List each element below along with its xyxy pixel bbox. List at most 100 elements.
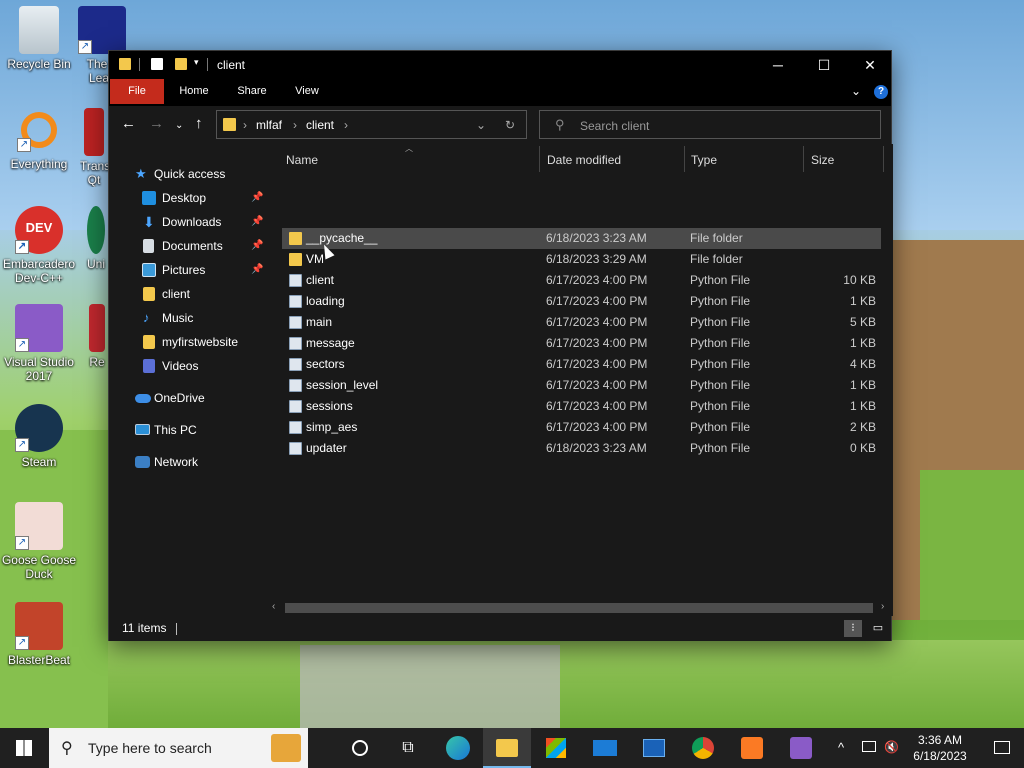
desktop-icon-devcpp[interactable]: DEV ↗ Embarcadero Dev-C++ [1,206,77,285]
column-divider[interactable] [684,146,685,172]
desktop-icon-recycle-bin[interactable]: Recycle Bin [1,6,77,71]
file-row[interactable]: client 6/17/2023 4:00 PM Python File 10 … [282,270,881,291]
column-divider[interactable] [539,146,540,172]
desktop-icon-trans-qt[interactable]: Trans Qt [80,108,108,187]
sidebar-item-desktop[interactable]: Desktop 📌 [109,187,266,209]
maximize-button[interactable]: ☐ [801,51,847,79]
file-row[interactable]: sectors 6/17/2023 4:00 PM Python File 4 … [282,354,881,375]
taskbar-search-input[interactable]: Type here to search [88,740,212,756]
sidebar-item-quick-access[interactable]: ★ Quick access [109,163,266,185]
sidebar-item-pictures[interactable]: Pictures 📌 [109,259,266,281]
recent-locations-icon[interactable]: ⌄ [175,118,183,134]
new-folder-icon[interactable] [175,58,187,70]
desktop-icon-everything[interactable]: ↗ Everything [1,108,77,171]
file-row[interactable]: main 6/17/2023 4:00 PM Python File 5 KB [282,312,881,333]
system-clock[interactable]: 3:36 AM 6/18/2023 [910,732,970,764]
chrome-taskbar-button[interactable] [679,728,727,768]
file-row[interactable]: __pycache__ 6/18/2023 3:23 AM File folde… [282,228,881,249]
edge-taskbar-button[interactable] [434,728,482,768]
start-button[interactable] [0,728,48,768]
desktop-icon-re[interactable]: Re [86,304,108,369]
visual-studio-taskbar-button[interactable] [777,728,825,768]
sidebar-item-network[interactable]: Network [109,451,266,473]
expand-ribbon-icon[interactable]: ⌄ [851,84,861,98]
photos-taskbar-button[interactable] [630,728,678,768]
search-input[interactable]: Search client [580,119,649,133]
notifications-button[interactable] [980,728,1024,768]
file-explorer-icon [496,739,518,757]
large-icons-view-button[interactable]: ▭ [869,620,887,637]
file-date: 6/17/2023 4:00 PM [546,378,648,392]
sidebar-item-downloads[interactable]: ⬇ Downloads 📌 [109,211,266,233]
network-status-icon[interactable] [862,741,876,752]
tab-home[interactable]: Home [171,79,217,104]
volume-muted-icon[interactable]: 🔇 [884,740,899,754]
desktop-icon-uni[interactable]: Uni [84,206,108,271]
column-header-size[interactable]: Size [811,153,834,167]
breadcrumb-mlfaf[interactable]: mlfaf [256,118,282,132]
file-row[interactable]: VM 6/18/2023 3:29 AM File folder [282,249,881,270]
file-size: 0 KB [849,441,876,455]
details-view-button[interactable]: ⁝ [844,620,862,637]
file-date: 6/17/2023 4:00 PM [546,273,648,287]
column-divider[interactable] [883,146,884,172]
xampp-taskbar-button[interactable] [728,728,776,768]
blasterbeat-icon: ↗ [15,602,63,650]
desktop-icon-goose-goose-duck[interactable]: ↗ Goose Goose Duck [1,502,77,581]
sidebar-item-this-pc[interactable]: This PC [109,419,266,441]
refresh-icon[interactable]: ↻ [505,118,515,132]
scroll-right-icon[interactable]: › [881,601,884,612]
address-dropdown-icon[interactable]: ⌄ [476,118,486,132]
mail-taskbar-button[interactable] [581,728,629,768]
sidebar-item-label: Music [162,311,194,325]
file-row[interactable]: loading 6/17/2023 4:00 PM Python File 1 … [282,291,881,312]
file-type: Python File [690,336,751,350]
file-row[interactable]: simp_aes 6/17/2023 4:00 PM Python File 2… [282,417,881,438]
cortana-button[interactable] [336,728,384,768]
properties-icon[interactable] [151,58,163,70]
search-box[interactable]: ⚲ Search client [539,110,881,139]
scroll-left-icon[interactable]: ‹ [272,601,275,612]
scrollbar-thumb[interactable] [285,603,873,613]
column-divider[interactable] [803,146,804,172]
back-button[interactable]: ← [121,116,136,132]
sidebar-item-onedrive[interactable]: OneDrive [109,387,266,409]
column-header-type[interactable]: Type [691,153,717,167]
sidebar-item-client[interactable]: client [109,283,266,305]
breadcrumb-client[interactable]: client [306,118,334,132]
help-icon[interactable]: ? [874,85,888,99]
task-view-button[interactable]: ⧉ [384,728,432,768]
file-size: 4 KB [849,357,876,371]
close-button[interactable]: ✕ [847,51,893,79]
tab-share[interactable]: Share [231,79,273,104]
taskbar-search-box[interactable]: ⚲ Type here to search [49,728,308,768]
desktop-icon-blasterbeat[interactable]: ↗ BlasterBeat [1,602,77,667]
sidebar-item-documents[interactable]: Documents 📌 [109,235,266,257]
xampp-icon [741,737,763,759]
file-row[interactable]: sessions 6/17/2023 4:00 PM Python File 1… [282,396,881,417]
column-header-date-modified[interactable]: Date modified [547,153,621,167]
file-name: updater [306,441,347,455]
tab-file[interactable]: File [110,79,164,104]
sidebar-item-music[interactable]: ♪ Music [109,307,266,329]
navigation-bar: ← → ⌄ ↑ › mlfaf › client › ⌄ ↻ ⚲ Search … [109,106,891,144]
sidebar-item-videos[interactable]: Videos [109,355,266,377]
up-button[interactable]: ↑ [195,116,203,132]
horizontal-scrollbar[interactable]: ‹ › [266,600,893,616]
address-bar[interactable]: › mlfaf › client › ⌄ ↻ [216,110,527,139]
column-header-name[interactable]: Name [286,153,318,167]
desktop-icon-steam[interactable]: ↗ Steam [1,404,77,469]
file-type: Python File [690,315,751,329]
file-row[interactable]: updater 6/18/2023 3:23 AM Python File 0 … [282,438,881,459]
file-explorer-taskbar-button[interactable] [483,728,531,768]
file-row[interactable]: session_level 6/17/2023 4:00 PM Python F… [282,375,881,396]
desktop-icon-visual-studio[interactable]: ↗ Visual Studio 2017 [1,304,77,383]
forward-button[interactable]: → [149,116,164,132]
store-taskbar-button[interactable] [532,728,580,768]
file-row[interactable]: message 6/17/2023 4:00 PM Python File 1 … [282,333,881,354]
tab-view[interactable]: View [287,79,327,104]
customize-quick-access-icon[interactable]: ▾ [194,57,199,68]
minimize-button[interactable]: ─ [755,51,801,79]
sidebar-item-myfirstwebsite[interactable]: myfirstwebsite [109,331,266,353]
show-hidden-icons-button[interactable]: ^ [838,740,844,755]
